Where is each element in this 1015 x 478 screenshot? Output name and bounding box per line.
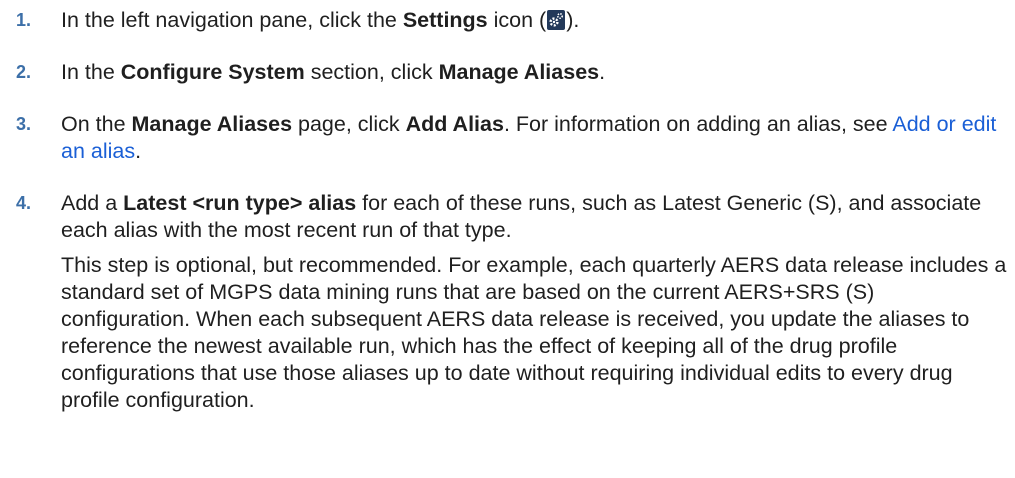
step-number: 3.: [16, 114, 32, 134]
step-text: On the Manage Aliases page, click Add Al…: [61, 112, 997, 163]
step-text: In the left navigation pane, click the S…: [61, 8, 580, 32]
step-note: This step is optional, but recommended. …: [61, 253, 1007, 412]
step-text: In the Configure System section, click M…: [61, 60, 606, 84]
step-text: Add a Latest <run type> alias for each o…: [61, 191, 1007, 412]
step-number: 4.: [16, 193, 32, 213]
step-number: 1.: [16, 10, 32, 30]
step-number: 2.: [16, 62, 32, 82]
settings-gear-icon: [547, 10, 566, 30]
